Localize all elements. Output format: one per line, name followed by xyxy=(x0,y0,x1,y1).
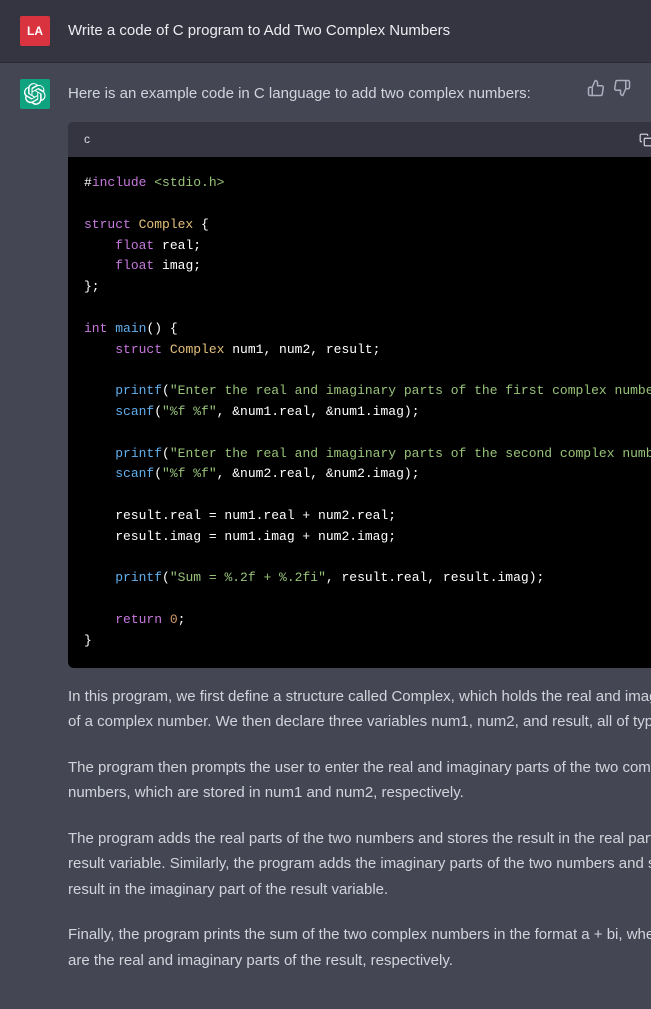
code-block: c Copy code #include <stdio.h> struct Co… xyxy=(68,122,651,668)
explanation-paragraph-1: In this program, we first define a struc… xyxy=(68,684,651,735)
explanation-paragraph-2: The program then prompts the user to ent… xyxy=(68,755,651,806)
code-header: c Copy code xyxy=(68,122,651,157)
code-content: #include <stdio.h> struct Complex { floa… xyxy=(68,157,651,667)
assistant-message-row: Here is an example code in C language to… xyxy=(0,63,651,1009)
thumbs-up-icon xyxy=(587,79,605,97)
explanation-paragraph-4: Finally, the program prints the sum of t… xyxy=(68,922,651,973)
user-message-text: Write a code of C program to Add Two Com… xyxy=(68,16,631,46)
feedback-buttons xyxy=(587,79,631,97)
assistant-intro-text: Here is an example code in C language to… xyxy=(68,82,651,106)
user-avatar: LA xyxy=(20,16,50,46)
assistant-message-content: Here is an example code in C language to… xyxy=(68,79,651,993)
explanation-paragraph-3: The program adds the real parts of the t… xyxy=(68,826,651,903)
thumbs-down-icon xyxy=(613,79,631,97)
explanation-section: In this program, we first define a struc… xyxy=(68,684,651,974)
openai-logo-icon xyxy=(24,83,46,105)
thumbs-down-button[interactable] xyxy=(613,79,631,97)
code-language-label: c xyxy=(84,130,90,149)
assistant-avatar xyxy=(20,79,50,109)
thumbs-up-button[interactable] xyxy=(587,79,605,97)
copy-code-button[interactable]: Copy code xyxy=(639,130,651,149)
user-message-row: LA Write a code of C program to Add Two … xyxy=(0,0,651,63)
user-avatar-label: LA xyxy=(27,24,43,38)
clipboard-icon xyxy=(639,133,651,147)
